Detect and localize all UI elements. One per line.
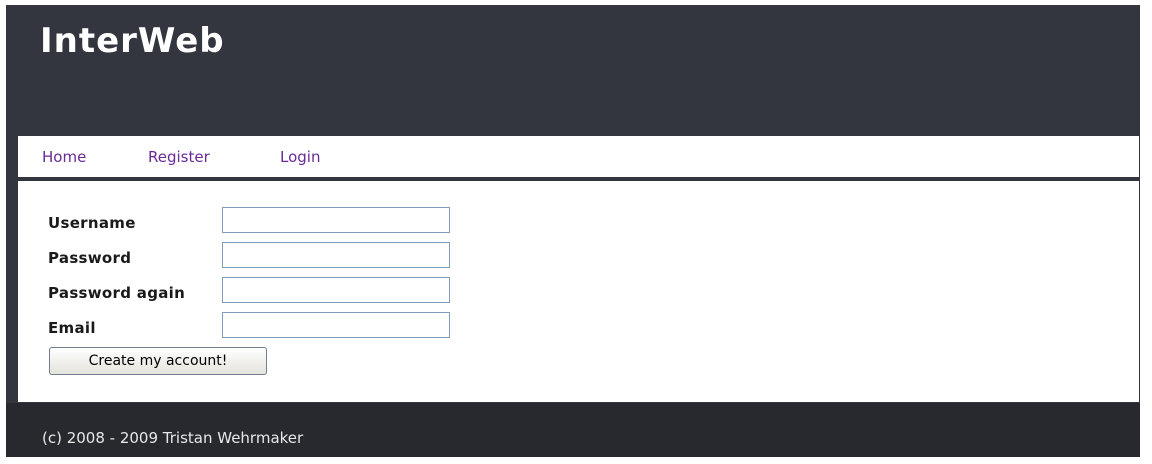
password-label: Password xyxy=(48,249,132,267)
registration-form: Username Password Password again Email C… xyxy=(18,181,1139,402)
page-frame: InterWeb Home Register Login Username Pa… xyxy=(6,5,1140,457)
create-account-button[interactable]: Create my account! xyxy=(49,347,267,375)
username-label: Username xyxy=(48,214,136,232)
site-footer: (c) 2008 - 2009 Tristan Wehrmaker xyxy=(6,403,1140,457)
email-label: Email xyxy=(48,319,96,337)
email-row: Email xyxy=(18,312,518,342)
password-again-row: Password again xyxy=(18,277,518,307)
username-field[interactable] xyxy=(222,207,450,233)
email-field[interactable] xyxy=(222,312,450,338)
password-row: Password xyxy=(18,242,518,272)
nav-link-register[interactable]: Register xyxy=(148,148,210,166)
password-again-field[interactable] xyxy=(222,277,450,303)
site-title: InterWeb xyxy=(40,21,225,61)
copyright-text: (c) 2008 - 2009 Tristan Wehrmaker xyxy=(42,429,304,447)
username-row: Username xyxy=(18,207,518,237)
password-field[interactable] xyxy=(222,242,450,268)
nav-link-login[interactable]: Login xyxy=(280,148,320,166)
site-header: InterWeb xyxy=(6,5,1140,135)
password-again-label: Password again xyxy=(48,284,186,302)
nav-link-home[interactable]: Home xyxy=(42,148,86,166)
nav-bar: Home Register Login xyxy=(18,136,1139,177)
